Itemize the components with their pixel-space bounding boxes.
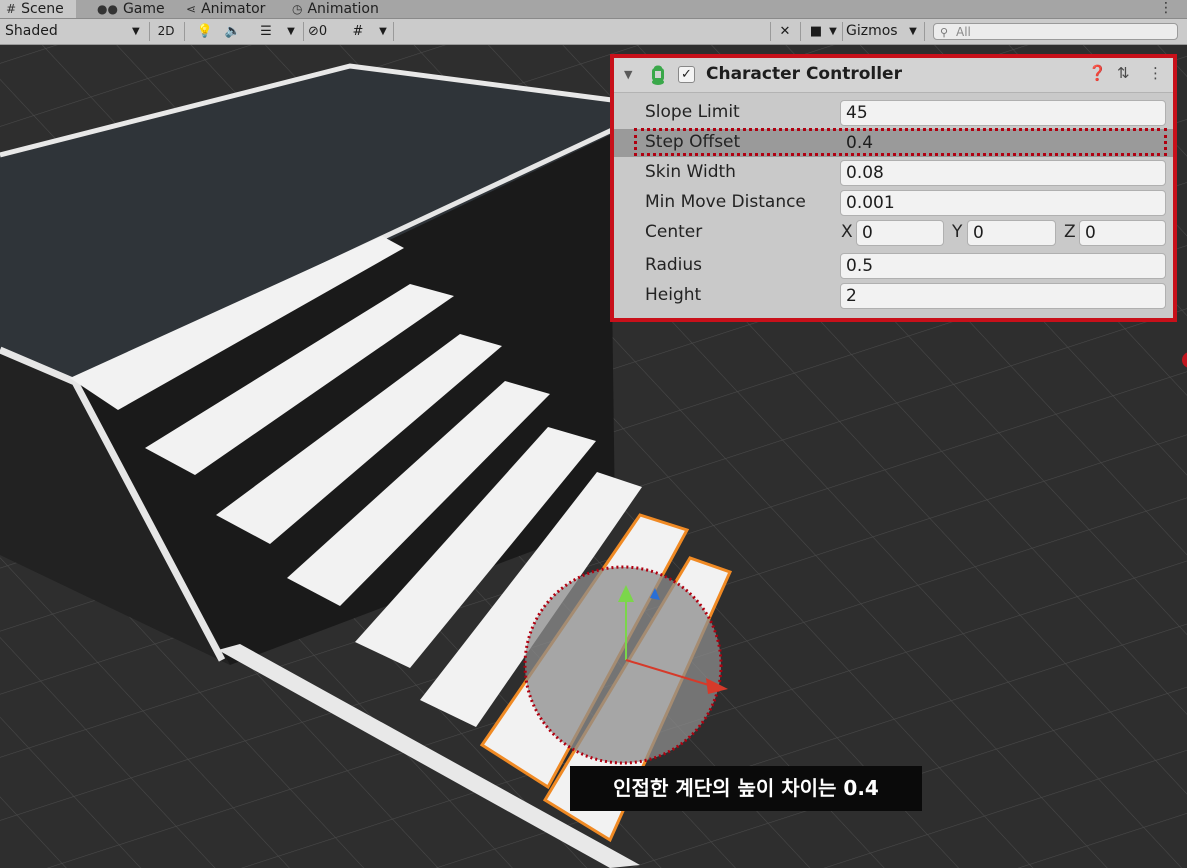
component-header[interactable]: ▼ ✓ Character Controller ❓ ⇅ ⋮ xyxy=(614,58,1173,93)
character-controller-inspector: ▼ ✓ Character Controller ❓ ⇅ ⋮ Slope Lim… xyxy=(610,54,1177,322)
audio-toggle-icon[interactable]: 🔈 xyxy=(222,22,244,41)
chevron-down-icon: ▼ xyxy=(132,26,140,37)
divider xyxy=(770,22,771,41)
eye-slash-icon: ⊘ xyxy=(308,24,319,39)
divider xyxy=(800,22,801,41)
component-menu-icon[interactable]: ⋮ xyxy=(1148,64,1163,82)
tab-game[interactable]: ●● Game xyxy=(97,0,165,18)
field-label: Skin Width xyxy=(645,162,736,182)
tab-scene[interactable]: # Scene xyxy=(0,0,76,18)
more-options-icon[interactable]: ⋮ xyxy=(1159,0,1173,16)
center-y-input[interactable]: 0 xyxy=(967,220,1056,246)
tab-animator[interactable]: ⋖ Animator xyxy=(186,0,265,18)
field-label: Radius xyxy=(645,255,703,275)
character-controller-icon xyxy=(652,65,664,85)
divider xyxy=(184,22,185,41)
step-offset-input[interactable]: 0.4 xyxy=(840,130,1166,156)
camera-dropdown-chevron-icon[interactable]: ▼ xyxy=(826,22,840,41)
field-center: Center X 0 Y 0 Z 0 xyxy=(614,219,1173,247)
video-subtitle: 인접한 계단의 높이 차이는 0.4 xyxy=(570,766,922,811)
field-label: Center xyxy=(645,222,703,242)
tab-label: Animation xyxy=(307,1,379,17)
lighting-toggle-icon[interactable]: 💡 xyxy=(194,22,216,41)
shading-mode-label: Shaded xyxy=(5,23,58,39)
slope-limit-input[interactable]: 45 xyxy=(840,100,1166,126)
divider xyxy=(303,22,304,41)
scene-tab-bar: # Scene ●● Game ⋖ Animator ◷ Animation ⋮ xyxy=(0,0,1187,19)
component-title: Character Controller xyxy=(706,64,902,84)
tab-label: Game xyxy=(122,1,165,17)
tab-label: Scene xyxy=(21,1,64,17)
gamepad-icon: ●● xyxy=(97,2,118,16)
min-move-distance-input[interactable]: 0.001 xyxy=(840,190,1166,216)
field-label: Step Offset xyxy=(645,132,741,152)
field-label: Height xyxy=(645,285,702,305)
search-input[interactable]: ⚲ All xyxy=(933,23,1178,40)
field-radius: Radius 0.5 xyxy=(614,252,1173,280)
gizmos-dropdown-chevron-icon[interactable]: ▼ xyxy=(906,22,920,41)
animator-icon: ⋖ xyxy=(186,2,197,16)
tools-icon[interactable]: ✕ xyxy=(774,22,796,41)
hash-icon: # xyxy=(6,2,17,16)
search-icon: ⚲ xyxy=(940,26,949,39)
foldout-arrow-icon[interactable]: ▼ xyxy=(624,68,632,81)
field-skin-width: Skin Width 0.08 xyxy=(614,159,1173,187)
field-step-offset: Step Offset 0.4 xyxy=(614,129,1173,157)
grid-dropdown-chevron-icon[interactable]: ▼ xyxy=(375,22,391,41)
effects-toggle-icon[interactable]: ☰ xyxy=(254,22,278,41)
height-input[interactable]: 2 xyxy=(840,283,1166,309)
field-label: Slope Limit xyxy=(645,102,740,122)
center-z-input[interactable]: 0 xyxy=(1079,220,1166,246)
divider xyxy=(149,22,150,41)
tab-label: Animator xyxy=(201,1,266,17)
center-y-label[interactable]: Y xyxy=(952,222,962,242)
gizmos-button[interactable]: Gizmos xyxy=(846,22,902,41)
hidden-count: 0 xyxy=(318,24,328,39)
center-x-label[interactable]: X xyxy=(841,222,853,242)
skin-width-input[interactable]: 0.08 xyxy=(840,160,1166,186)
divider xyxy=(393,22,394,41)
2d-toggle-button[interactable]: 2D xyxy=(153,22,179,41)
search-placeholder: All xyxy=(956,25,971,39)
preset-icon[interactable]: ⇅ xyxy=(1117,64,1130,82)
tab-animation[interactable]: ◷ Animation xyxy=(292,0,379,18)
field-height: Height 2 xyxy=(614,282,1173,310)
divider xyxy=(842,22,843,41)
effects-dropdown-chevron-icon[interactable]: ▼ xyxy=(283,22,299,41)
shading-mode-dropdown[interactable]: Shaded ▼ xyxy=(5,19,145,44)
radius-input[interactable]: 0.5 xyxy=(840,253,1166,279)
scene-toolbar: Shaded ▼ 2D 💡 🔈 ☰ ▼ ⊘0 # ▼ ✕ ■ ▼ Gizmos … xyxy=(0,19,1187,45)
center-z-label[interactable]: Z xyxy=(1064,222,1076,242)
center-x-input[interactable]: 0 xyxy=(856,220,944,246)
field-slope-limit: Slope Limit 45 xyxy=(614,99,1173,127)
camera-icon[interactable]: ■ xyxy=(805,22,827,41)
help-icon[interactable]: ❓ xyxy=(1088,64,1107,82)
hidden-objects-toggle[interactable]: ⊘0 xyxy=(308,22,344,41)
grid-toggle-icon[interactable]: # xyxy=(347,22,369,41)
field-min-move-distance: Min Move Distance 0.001 xyxy=(614,189,1173,217)
divider xyxy=(924,22,925,41)
clock-icon: ◷ xyxy=(292,2,303,16)
field-label: Min Move Distance xyxy=(645,192,806,212)
component-enabled-checkbox[interactable]: ✓ xyxy=(678,66,695,83)
